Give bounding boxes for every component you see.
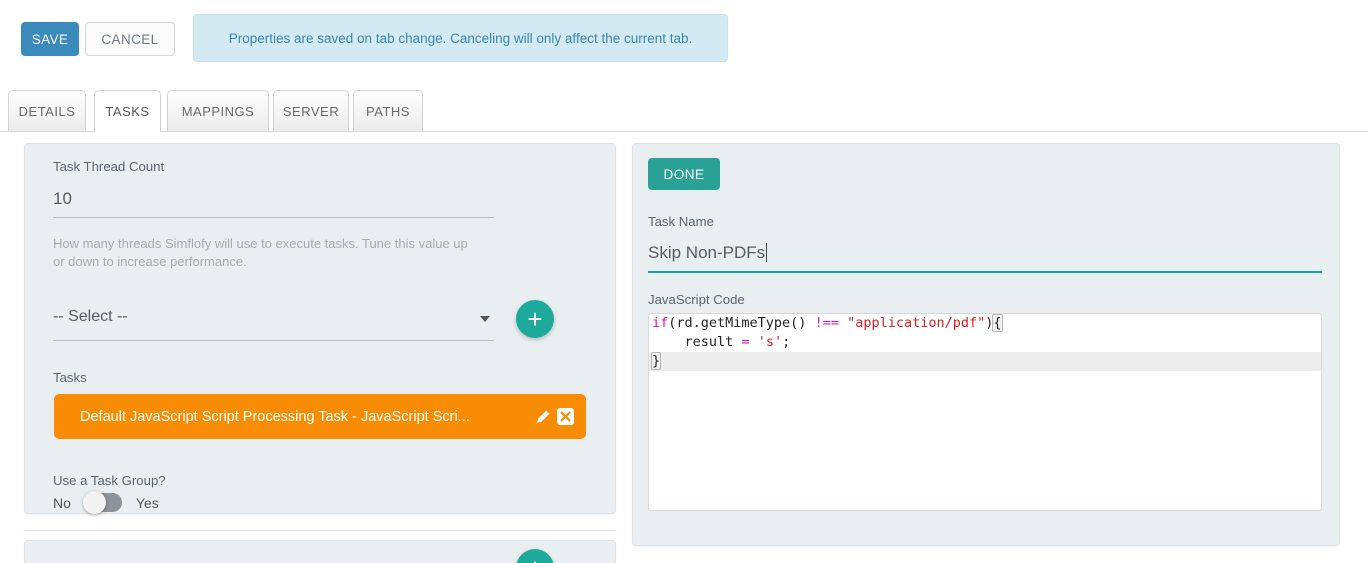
top-action-bar: SAVE CANCEL Properties are saved on tab … [0, 0, 1368, 78]
task-name-underline [648, 271, 1322, 273]
code-token: !== [815, 315, 839, 331]
code-line: } [649, 352, 1321, 371]
code-token: } [652, 353, 660, 369]
code-token: = [741, 334, 749, 350]
task-type-select-value: -- Select -- [53, 308, 128, 325]
code-token: "application/pdf" [847, 315, 985, 331]
section-divider [24, 530, 616, 531]
tasks-label: Tasks [53, 370, 87, 385]
info-alert-text: Properties are saved on tab change. Canc… [229, 31, 693, 46]
task-chip-actions [535, 408, 574, 425]
task-thread-count-value[interactable]: 10 [53, 189, 72, 209]
page-root: SAVE CANCEL Properties are saved on tab … [0, 0, 1368, 563]
code-line: if(rd.getMimeType() !== "application/pdf… [649, 314, 1321, 333]
tab-paths[interactable]: PATHS [353, 90, 423, 131]
info-alert: Properties are saved on tab change. Canc… [193, 14, 728, 62]
task-group-toggle[interactable] [85, 493, 122, 512]
tab-tasks[interactable]: TASKS [94, 90, 161, 132]
pencil-icon[interactable] [535, 409, 551, 425]
close-box-icon[interactable] [557, 408, 574, 425]
tab-mappings[interactable]: MAPPINGS [167, 90, 269, 131]
task-chip[interactable]: Default JavaScript Script Processing Tas… [54, 394, 586, 439]
task-type-select[interactable]: -- Select -- [53, 308, 494, 334]
text-cursor [766, 243, 767, 262]
task-thread-count-help: How many threads Simflofy will use to ex… [53, 235, 473, 271]
code-token: ; [782, 334, 790, 350]
editor-cursor [660, 353, 661, 368]
toggle-no-label: No [53, 495, 71, 511]
tab-server[interactable]: SERVER [273, 90, 349, 131]
javascript-code-label: JavaScript Code [648, 292, 745, 307]
tab-label: TASKS [105, 104, 149, 119]
toggle-yes-label: Yes [136, 495, 159, 511]
tab-label: PATHS [366, 104, 410, 119]
task-thread-count-label: Task Thread Count [53, 159, 164, 174]
cancel-button[interactable]: CANCEL [85, 22, 175, 56]
code-token [839, 315, 847, 331]
code-token: result [652, 334, 741, 350]
add-task-button[interactable]: + [516, 300, 554, 338]
task-type-select-underline [53, 340, 494, 341]
tab-label: SERVER [283, 104, 339, 119]
save-button[interactable]: SAVE [21, 22, 79, 56]
code-line: result = 's'; [649, 333, 1321, 352]
tab-label: MAPPINGS [182, 104, 255, 119]
code-token: if [652, 315, 668, 331]
code-token: (rd.getMimeType() [668, 315, 814, 331]
chevron-down-icon [480, 316, 490, 322]
task-name-input[interactable]: Skip Non-PDFs [648, 243, 767, 263]
code-token: { [993, 315, 1001, 331]
task-group-label: Use a Task Group? [53, 473, 166, 488]
task-thread-count-underline [53, 217, 494, 218]
task-chip-label: Default JavaScript Script Processing Tas… [80, 409, 527, 425]
javascript-code-editor[interactable]: if(rd.getMimeType() !== "application/pdf… [648, 313, 1322, 511]
task-name-value: Skip Non-PDFs [648, 243, 765, 262]
code-token [750, 334, 758, 350]
tab-details[interactable]: DETAILS [8, 90, 86, 131]
code-token: 's' [758, 334, 782, 350]
tab-label: DETAILS [19, 104, 76, 119]
done-button[interactable]: DONE [648, 158, 720, 190]
tab-strip: DETAILS TASKS MAPPINGS SERVER PATHS [0, 90, 1368, 132]
toggle-knob [83, 491, 106, 514]
task-name-label: Task Name [648, 214, 714, 229]
task-group-toggle-row: No Yes [53, 493, 159, 512]
